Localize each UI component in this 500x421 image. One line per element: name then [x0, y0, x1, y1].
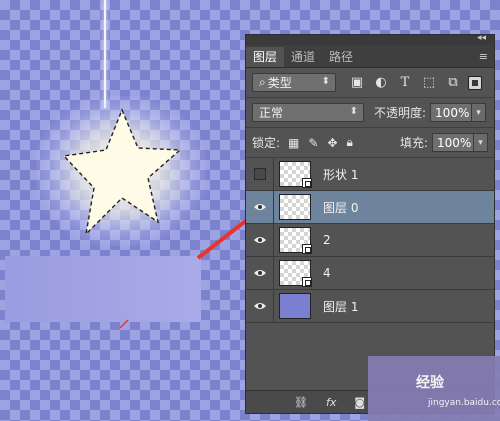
eye-icon	[253, 237, 266, 243]
text-filter-icon[interactable]: T	[398, 75, 412, 90]
visibility-toggle[interactable]	[246, 224, 274, 256]
layer-row-2[interactable]: 2	[246, 224, 494, 257]
smart-object-filter-icon[interactable]: ⧉	[446, 75, 460, 90]
opacity-dropdown-icon[interactable]: ▾	[472, 103, 487, 122]
caret-icon: ⬍	[349, 106, 358, 117]
filter-type-select[interactable]: ⌕ 类型 ⬍	[252, 73, 336, 92]
link-icon[interactable]: ⛓	[294, 396, 308, 409]
filter-toggle[interactable]	[468, 75, 482, 90]
pixel-filter-icon[interactable]: ▣	[350, 75, 364, 90]
layer-thumbnail	[279, 227, 312, 254]
filter-row: ⌕ 类型 ⬍ ▣ ◐ T ⬚ ⧉	[246, 68, 494, 98]
layer-name: 形状 1	[323, 167, 359, 182]
watermark-text: 经验	[416, 375, 444, 391]
red-mark	[119, 319, 129, 329]
lock-position-icon[interactable]: ✥	[327, 136, 337, 150]
fill-dropdown-icon[interactable]: ▾	[474, 133, 488, 152]
lock-all-icon[interactable]: 🔒︎	[347, 135, 353, 150]
layer-thumbnail	[279, 293, 311, 319]
visibility-toggle[interactable]	[246, 158, 274, 190]
collapse-icon[interactable]: ◂◂	[477, 33, 486, 43]
layer-list: 形状 1 图层 0 2 4 图层 1	[246, 158, 494, 323]
adjustment-filter-icon[interactable]: ◐	[374, 75, 388, 90]
smart-object-badge-icon	[302, 277, 312, 287]
lock-transparent-icon[interactable]: ▦	[288, 136, 299, 150]
smart-object-badge-icon	[302, 244, 312, 254]
opacity-field[interactable]: 100%	[430, 103, 473, 122]
lock-label: 锁定:	[252, 136, 281, 150]
layer-thumbnail	[279, 194, 311, 220]
search-icon: ⌕	[259, 75, 266, 89]
filter-type-label: 类型	[267, 76, 292, 90]
watermark-url: jingyan.baidu.com	[428, 398, 500, 408]
fill-field[interactable]: 100%	[432, 133, 474, 152]
eye-icon	[253, 270, 266, 276]
eye-icon	[253, 204, 266, 210]
fx-icon[interactable]: fx	[326, 396, 336, 409]
hanging-string	[104, 0, 106, 108]
blend-mode-label: 正常	[259, 106, 284, 120]
layer-name: 4	[323, 266, 331, 280]
lock-image-icon[interactable]: ✎	[308, 136, 318, 150]
eye-icon	[253, 303, 266, 309]
blend-mode-select[interactable]: 正常 ⬍	[252, 103, 364, 122]
smart-object-badge-icon	[302, 178, 312, 188]
fill-label: 填充:	[399, 136, 428, 150]
mask-icon[interactable]: ◙	[354, 396, 365, 409]
panel-title-strip: ◂◂	[246, 33, 494, 45]
layer-name: 图层 1	[323, 299, 359, 314]
caret-icon: ⬍	[321, 76, 330, 87]
lock-row: 锁定: ▦ ✎ ✥ 🔒︎ 填充: 100% ▾	[246, 128, 494, 158]
visibility-off-icon	[253, 168, 266, 180]
blue-rectangle	[5, 256, 201, 322]
blend-row: 正常 ⬍ 不透明度: 100% ▾	[246, 98, 494, 128]
tab-channels[interactable]: 通道	[284, 47, 322, 67]
tab-paths[interactable]: 路径	[322, 47, 360, 67]
visibility-toggle[interactable]	[246, 191, 274, 223]
panel-tabs: 图层 通道 路径 ≡	[246, 45, 494, 68]
layer-row-layer1[interactable]: 图层 1	[246, 290, 494, 323]
layer-row-4[interactable]: 4	[246, 257, 494, 290]
layer-row-shape1[interactable]: 形状 1	[246, 158, 494, 191]
layer-thumbnail	[279, 161, 312, 188]
layer-row-layer0[interactable]: 图层 0	[246, 191, 494, 224]
layer-thumbnail	[279, 260, 312, 287]
layer-name: 图层 0	[323, 200, 359, 215]
visibility-toggle[interactable]	[246, 290, 274, 322]
tab-layers[interactable]: 图层	[246, 47, 285, 67]
panel-menu-icon[interactable]: ≡	[479, 50, 488, 63]
opacity-label: 不透明度:	[374, 106, 427, 120]
shape-filter-icon[interactable]: ⬚	[422, 75, 436, 90]
visibility-toggle[interactable]	[246, 257, 274, 289]
layer-name: 2	[323, 233, 331, 247]
star-shape[interactable]	[58, 104, 188, 246]
